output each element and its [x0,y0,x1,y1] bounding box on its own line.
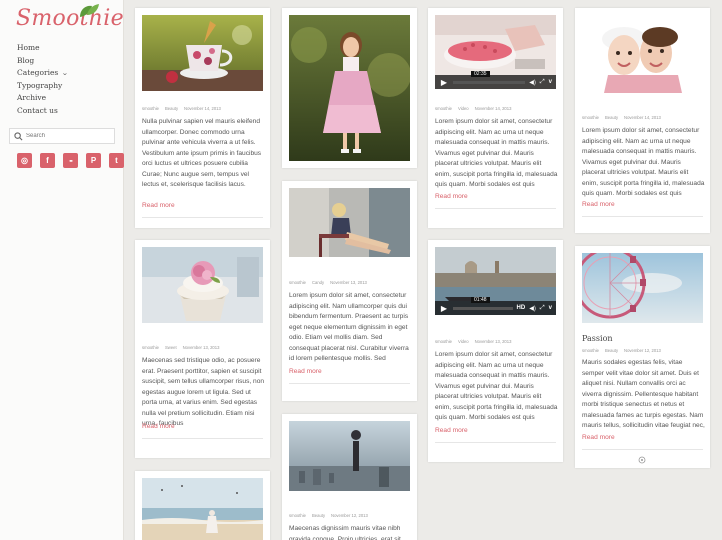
search-icon [14,131,23,140]
nav-item-typography[interactable]: Typography [17,80,68,93]
main-nav: Home Blog Categories ⌄ Typography Archive… [17,42,69,118]
chevron-down-icon: ⌄ [61,69,69,78]
post-meta: smoothie Sweet November 13, 2013 [142,345,220,350]
post-image-city[interactable] [289,421,410,491]
fullscreen-icon[interactable]: ⤢ [540,305,545,312]
post-image-beach[interactable] [142,478,263,540]
post-image-girl-dress[interactable] [289,15,410,161]
read-more-link[interactable]: Read more [435,427,468,434]
post-meta: smoothie Beauty November 12, 2013 [289,513,368,518]
read-more-link[interactable]: Read more [142,423,175,430]
sidebar: Smoothie Home Blog Categories ⌄ Typograph… [0,0,124,540]
post-image-woman-chair[interactable] [289,188,410,257]
post-meta: smoothie Beauty November 14, 2013 [582,115,661,120]
video-progress[interactable]: 01:48 [453,296,513,310]
post-image-ferris-wheel[interactable] [582,253,703,323]
post-excerpt: Nulla pulvinar sapien vel mauris eleifen… [142,118,262,188]
leaf-icon [80,4,99,17]
post-image-cupcake[interactable] [142,247,263,323]
nav-item-blog[interactable]: Blog [17,55,68,68]
search-box [9,128,115,144]
hd-icon[interactable]: HD [517,305,526,311]
divider [435,208,556,209]
search-input[interactable] [26,133,111,139]
post-title[interactable]: Passion [582,334,613,343]
post-card-woman-chair: smoothie Candy November 13, 2013 Lorem i… [282,181,417,401]
nav-item-archive[interactable]: Archive [17,92,68,105]
dribbble-icon[interactable]: ◎ [17,153,32,168]
post-meta: smoothie Candy November 13, 2013 [289,280,367,285]
post-image-teacup[interactable] [142,15,263,91]
pinterest-icon[interactable]: P [86,153,101,168]
video-progress[interactable]: 02:35 [453,70,526,84]
volume-icon[interactable]: ◀) [529,305,536,312]
nav-item-categories[interactable]: Categories ⌄ [17,67,69,80]
read-more-link[interactable]: Read more [435,193,468,200]
post-card-teacup: smoothie Beauty November 14, 2013 Nulla … [135,8,270,228]
facebook-icon[interactable]: f [40,153,55,168]
post-card-city: smoothie Beauty November 12, 2013 Maecen… [282,414,417,540]
post-excerpt: Mauris sodales egestas felis, vitae semp… [582,359,705,429]
post-card-girl-dress [282,8,417,168]
post-meta: smoothie Beauty November 12, 2013 [582,348,661,353]
video-controls: ▶ 02:35 ◀) ⤢ v [435,70,556,89]
post-card-beach [135,471,270,540]
video-player-venice[interactable]: ▶ 01:48 HD ◀) ⤢ v [435,247,556,315]
fullscreen-icon[interactable]: ⤢ [540,79,545,86]
comments-icon[interactable] [638,456,646,464]
post-excerpt: Lorem ipsum dolor sit amet, consectetur … [582,127,705,197]
vimeo-icon[interactable]: v [549,305,552,311]
twitter-icon[interactable]: t [109,153,124,168]
post-excerpt: Maecenas dignissim mauris vitae nibh gra… [289,525,401,540]
post-card-video-venice: ▶ 01:48 HD ◀) ⤢ v smoothie Video Novembe… [428,240,563,462]
video-time: 01:48 [471,296,490,303]
video-player-cake[interactable]: ▶ 02:35 ◀) ⤢ v [435,15,556,89]
play-icon[interactable]: ▶ [439,303,449,313]
divider [582,449,703,450]
nav-item-home[interactable]: Home [17,42,68,55]
nav-item-contact[interactable]: Contact us [17,105,68,118]
post-card-kids: smoothie Beauty November 14, 2013 Lorem … [575,8,710,233]
post-excerpt: Lorem ipsum dolor sit amet, consectetur … [289,292,409,362]
vimeo-icon[interactable]: v [549,79,552,85]
divider [289,383,410,384]
read-more-link[interactable]: Read more [582,434,615,441]
post-excerpt: Maecenas sed tristique odio, ac posuere … [142,357,265,427]
video-time: 02:35 [471,70,490,77]
post-card-video-cake: ▶ 02:35 ◀) ⤢ v smoothie Video November 1… [428,8,563,228]
site-logo[interactable]: Smoothie [16,6,124,31]
divider [435,442,556,443]
post-card-passion: Passion smoothie Beauty November 12, 201… [575,246,710,468]
post-meta: smoothie Video November 14, 2013 [435,106,512,111]
video-controls: ▶ 01:48 HD ◀) ⤢ v [435,296,556,315]
read-more-link[interactable]: Read more [289,368,322,375]
divider [142,438,263,439]
divider [582,216,703,217]
social-links: ◎ f ●● P t [17,153,124,168]
post-excerpt: Lorem ipsum dolor sit amet, consectetur … [435,118,558,188]
post-meta: smoothie Beauty November 14, 2013 [142,106,221,111]
post-excerpt: Lorem ipsum dolor sit amet, consectetur … [435,351,558,421]
post-meta: smoothie Video November 13, 2013 [435,339,512,344]
volume-icon[interactable]: ◀) [529,79,536,86]
flickr-icon[interactable]: ●● [63,153,78,168]
read-more-link[interactable]: Read more [142,202,175,209]
divider [142,217,263,218]
logo-text: Smoothie [16,6,124,31]
read-more-link[interactable]: Read more [582,201,615,208]
play-icon[interactable]: ▶ [439,77,449,87]
post-card-cupcake: smoothie Sweet November 13, 2013 Maecena… [135,240,270,458]
post-image-kids[interactable] [582,13,703,93]
